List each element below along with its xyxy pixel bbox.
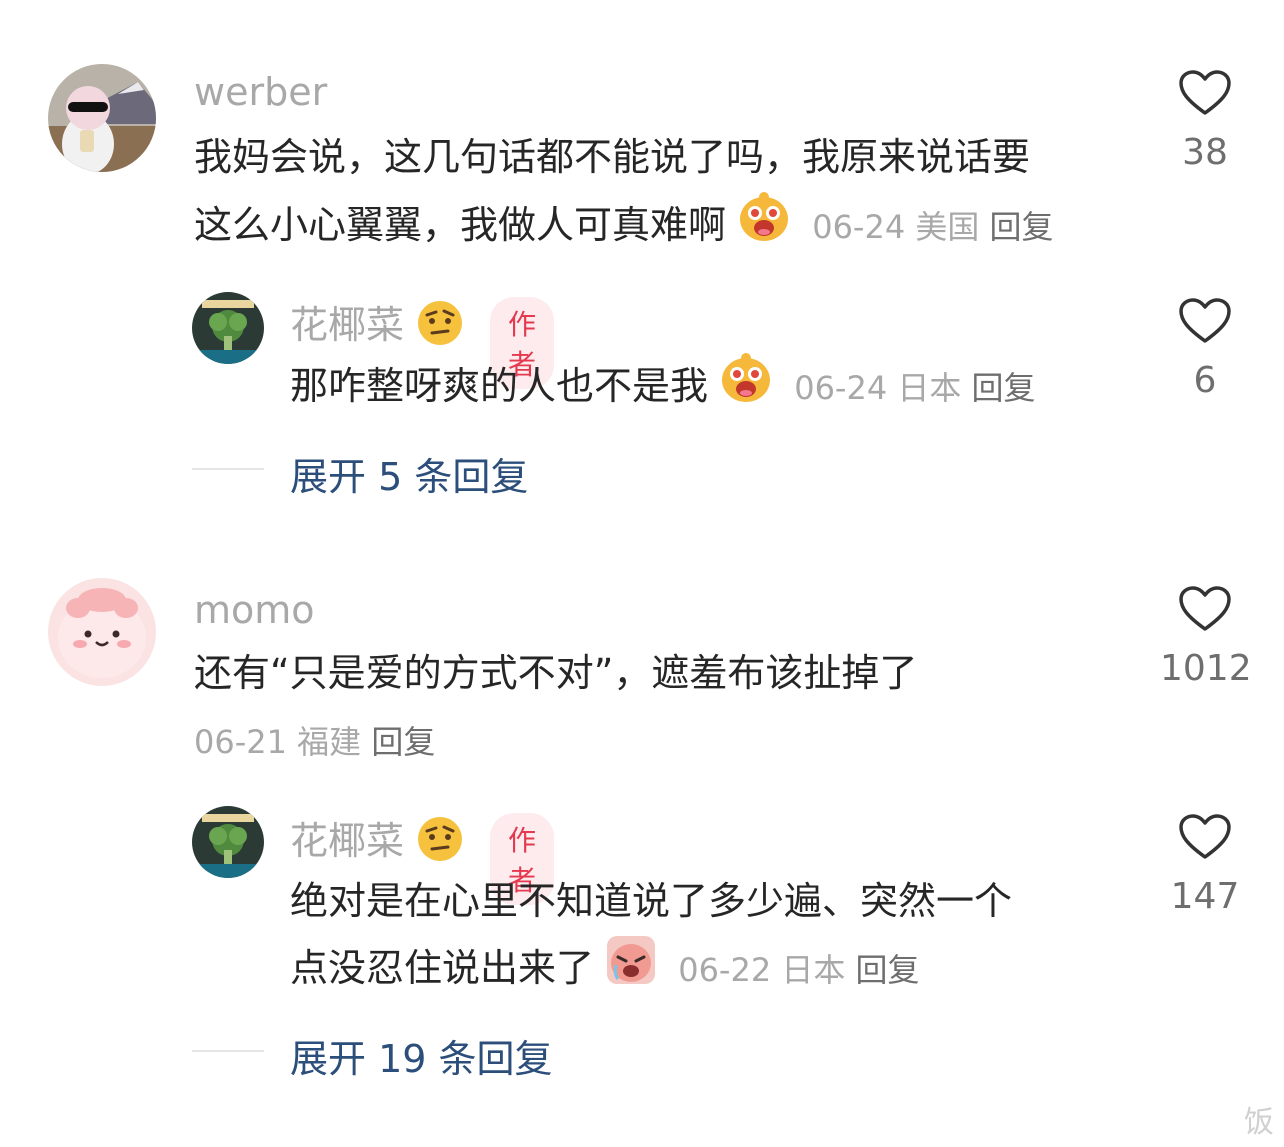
comment-text-line: 这么小心翼翼，我做人可真难啊 06-24 美国 回复	[194, 191, 1054, 264]
like-button[interactable]: 1012	[1160, 586, 1252, 689]
like-count: 1012	[1160, 648, 1252, 689]
like-count: 147	[1170, 876, 1240, 917]
divider	[192, 468, 264, 470]
comment-location: 日本	[897, 369, 962, 407]
reply-button[interactable]: 回复	[856, 951, 920, 989]
comment-text-line: 绝对是在心里不知道说了多少遍、突然一个	[290, 879, 1013, 923]
comment-location: 美国	[915, 208, 980, 246]
comment-location: 福建	[297, 723, 362, 761]
like-button[interactable]: 147	[1160, 814, 1250, 917]
watermark: 饭	[1244, 1105, 1274, 1140]
comment-date: 06-21	[194, 723, 287, 761]
comment-text-line-2: 点没忍住说出来了	[290, 946, 595, 990]
comment-text-line: 06-21 福建 回复	[194, 707, 917, 776]
comment-date: 06-24	[812, 208, 906, 246]
comment-text-line: 我妈会说，这几句话都不能说了吗，我原来说话要	[194, 135, 1031, 179]
comment-text: 绝对是在心里不知道说了多少遍、突然一个 点没忍住说出来了 06-22 日本 回复	[290, 868, 1012, 1006]
comment-text-line-2: 这么小心翼翼，我做人可真难啊	[194, 203, 727, 247]
expand-replies-button[interactable]: 展开 5 条回复	[290, 446, 528, 501]
like-button[interactable]: 6	[1160, 298, 1250, 401]
like-button[interactable]: 38	[1160, 70, 1250, 173]
avatar[interactable]	[192, 806, 264, 878]
comment-date: 06-24	[794, 369, 888, 407]
comment-text-line: 那咋整呀爽的人也不是我 06-24 日本 回复	[290, 352, 1036, 425]
comment-text: 那咋整呀爽的人也不是我 06-24 日本 回复	[290, 352, 1036, 425]
heart-outline-icon	[1179, 586, 1231, 631]
comment-text-line: 点没忍住说出来了 06-22 日本 回复	[290, 935, 1012, 1006]
expand-replies-button[interactable]: 展开 19 条回复	[290, 1028, 553, 1083]
comment-meta: 06-24 美国 回复	[812, 208, 1053, 246]
comment-date: 06-22	[678, 951, 772, 989]
username[interactable]: 花椰菜	[290, 294, 464, 356]
comment-text-line: 还有“只是爱的方式不对”，遮羞布该扯掉了	[194, 651, 918, 695]
comment-meta: 06-21 福建 回复	[194, 723, 435, 761]
avatar[interactable]	[48, 64, 156, 172]
laughing-face-emoji	[738, 191, 790, 264]
avatar[interactable]	[48, 578, 156, 686]
heart-outline-icon	[1179, 814, 1231, 859]
raised-eyebrow-emoji	[416, 815, 464, 872]
laughing-face-emoji	[720, 352, 772, 425]
heart-outline-icon	[1179, 70, 1231, 115]
like-count: 38	[1182, 132, 1228, 173]
reply-button[interactable]: 回复	[371, 723, 435, 761]
username[interactable]: momo	[194, 588, 315, 632]
comment-text: 还有“只是爱的方式不对”，遮羞布该扯掉了 06-21 福建 回复	[194, 640, 917, 776]
heart-outline-icon	[1179, 298, 1231, 343]
comment-meta: 06-24 日本 回复	[794, 369, 1035, 407]
comment-text: 我妈会说，这几句话都不能说了吗，我原来说话要 这么小心翼翼，我做人可真难啊 06…	[194, 124, 1054, 264]
comment-text-line-1: 那咋整呀爽的人也不是我	[290, 364, 709, 408]
reply-button[interactable]: 回复	[972, 369, 1036, 407]
username[interactable]: werber	[194, 70, 327, 114]
raised-eyebrow-emoji	[416, 299, 464, 356]
reply-button[interactable]: 回复	[990, 208, 1054, 246]
divider	[192, 1050, 264, 1052]
like-count: 6	[1193, 360, 1217, 401]
crying-face-emoji	[606, 935, 656, 1006]
comment-meta: 06-22 日本 回复	[678, 951, 919, 989]
username[interactable]: 花椰菜	[290, 810, 464, 872]
username-text: 花椰菜	[290, 819, 405, 863]
avatar[interactable]	[192, 292, 264, 364]
username-text: 花椰菜	[290, 303, 405, 347]
comment-location: 日本	[781, 951, 846, 989]
